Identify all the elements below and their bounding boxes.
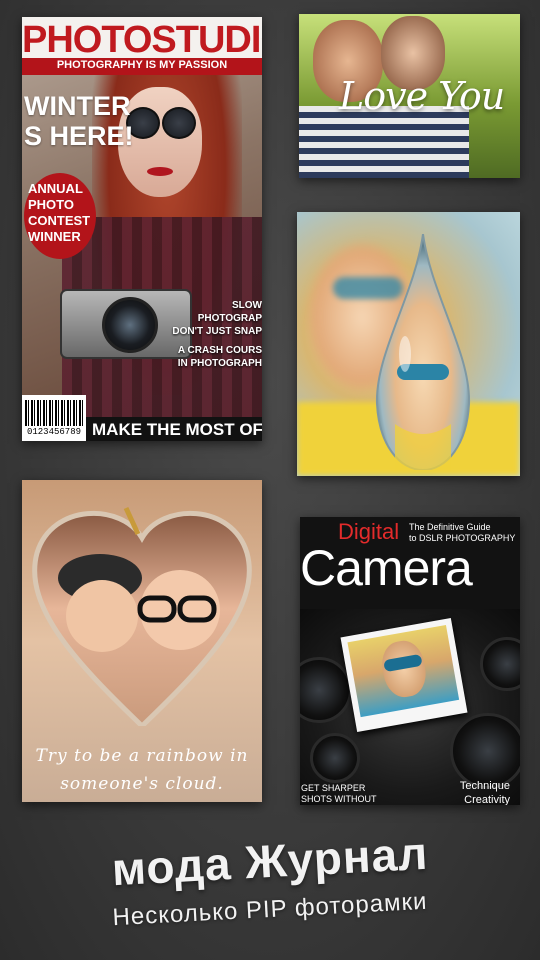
badge-line: PHOTO <box>28 197 74 212</box>
frame-heart[interactable]: Try to be a rainbow in someone's cloud. <box>22 480 262 802</box>
lens-icon <box>102 297 158 353</box>
badge-line: ANNUAL <box>28 181 83 196</box>
water-drop-icon <box>375 234 471 470</box>
lens-icon <box>310 733 360 783</box>
sunglass-right <box>162 107 196 139</box>
heart-pendant-icon <box>32 506 252 726</box>
badge-line: CONTEST <box>28 213 91 228</box>
cover-lines: GET SHARPER SHOTS WITHOUT <box>301 783 377 805</box>
cover-topics: Technique Creativity <box>460 779 510 805</box>
love-caption: Love You <box>339 74 505 118</box>
cover-line: SLOW PHOTOGRAP <box>197 300 262 324</box>
cover-line: SHOTS WITHOUT <box>301 794 377 804</box>
cover-topic: Technique <box>459 780 510 792</box>
printed-photo <box>340 618 468 732</box>
barcode-bars <box>25 400 83 426</box>
cover-line: GET SHARPER <box>301 783 366 793</box>
headline: WINTER S HERE! <box>24 91 134 151</box>
cover-line: DON'T JUST SNAP <box>172 326 262 337</box>
frame-love-you[interactable]: Love You <box>299 14 520 178</box>
frame-water-drop[interactable] <box>297 212 520 476</box>
guide-line: The Definitive Guide <box>409 522 491 532</box>
magazine-title: PHOTOSTUDIO <box>22 19 262 61</box>
photo-image <box>347 624 460 718</box>
quote: Try to be a rainbow in someone's cloud. <box>22 742 262 798</box>
cover-line: IN PHOTOGRAPH <box>177 358 262 369</box>
headline-line: S HERE! <box>24 121 134 151</box>
badge-line: WINNER <box>28 229 81 244</box>
frame-photostudio[interactable]: PHOTOSTUDIO PHOTOGRAPHY IS MY PASSION WI… <box>22 17 262 441</box>
quote-line: Try to be a rainbow in <box>35 746 249 766</box>
cover-lines: SLOW PHOTOGRAP DON'T JUST SNAP A CRASH C… <box>172 299 262 370</box>
magazine-tagline: PHOTOGRAPHY IS MY PASSION <box>56 59 228 71</box>
contest-badge-text: ANNUAL PHOTO CONTEST WINNER <box>28 181 90 245</box>
bottom-banner-text: MAKE THE MOST OF <box>92 420 262 439</box>
model-lips <box>147 167 173 176</box>
frame-digital-camera[interactable]: Digital The Definitive Guide to DSLR PHO… <box>300 517 520 805</box>
headline-line: WINTER <box>24 91 131 121</box>
cover-topic: Creativity <box>464 794 510 805</box>
cover-line: A CRASH COURS <box>177 345 262 356</box>
quote-line: someone's cloud. <box>60 774 224 794</box>
barcode-number: 0123456789 <box>26 427 81 437</box>
magazine-title: Camera <box>300 540 473 596</box>
lens-icon <box>450 713 520 789</box>
